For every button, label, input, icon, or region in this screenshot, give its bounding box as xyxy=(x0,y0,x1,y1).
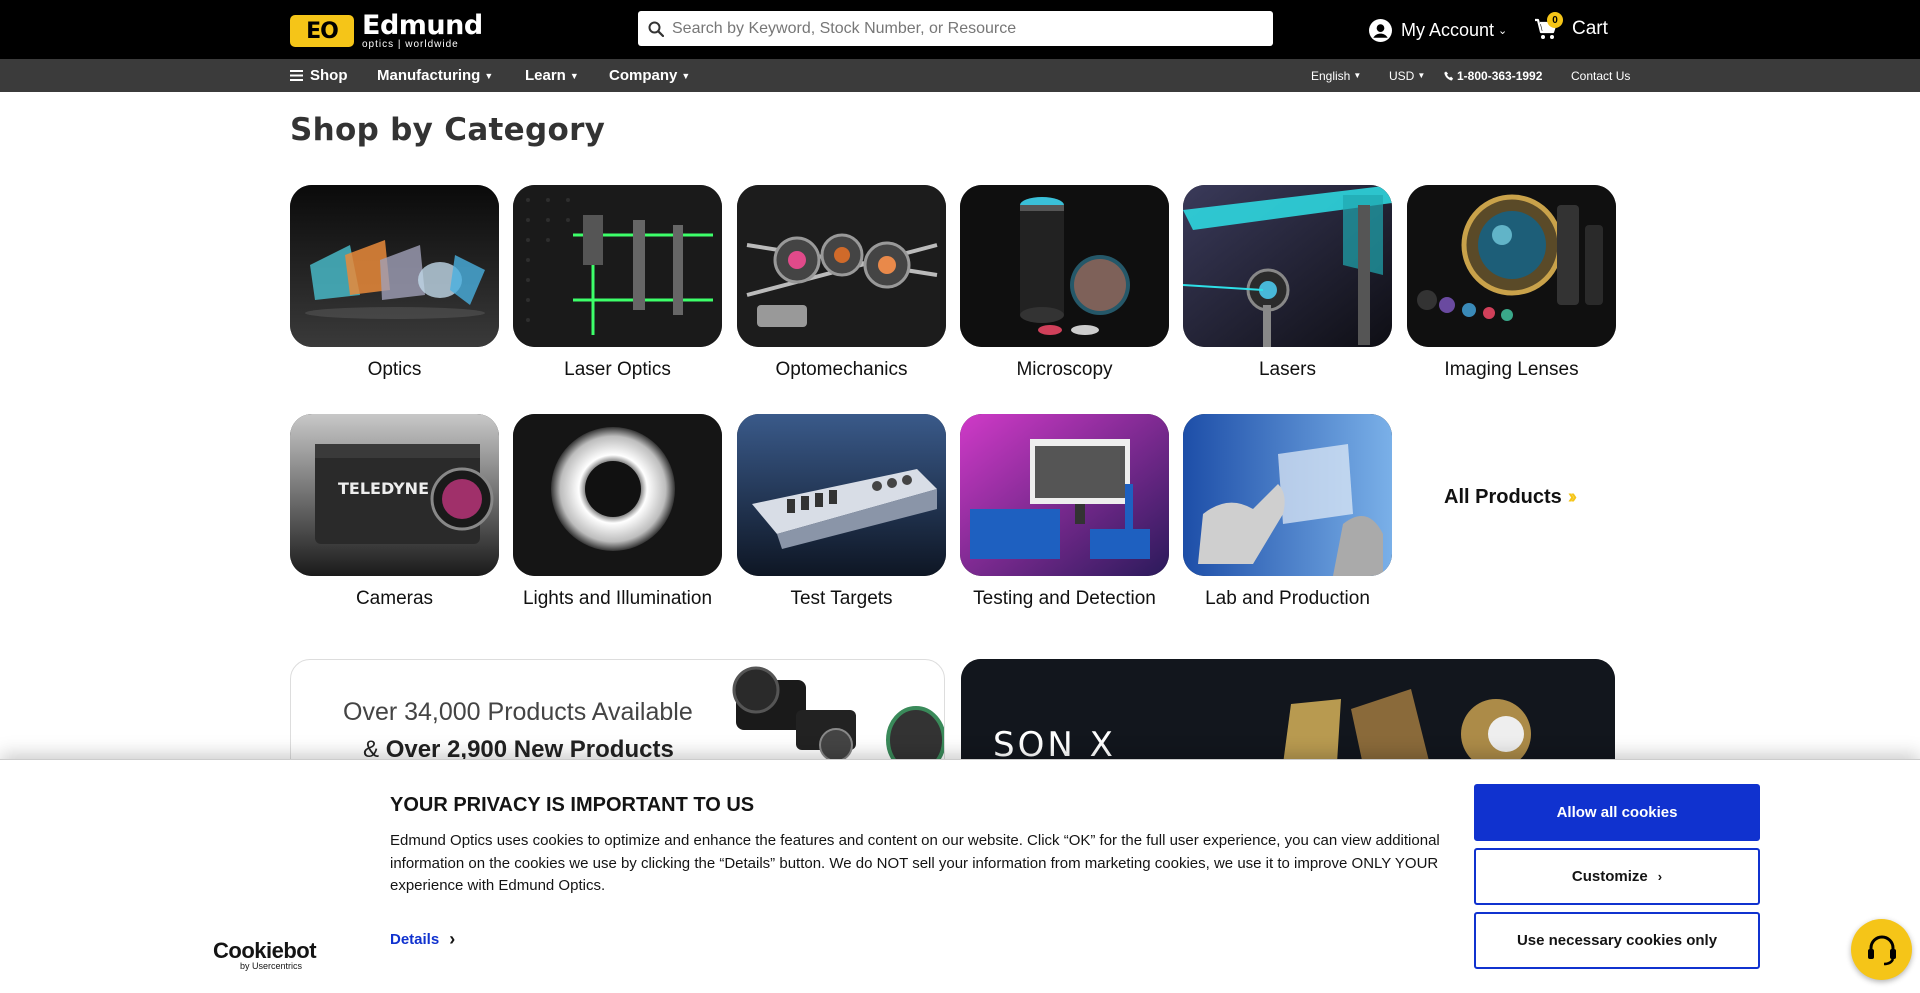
nav-company-label: Company xyxy=(609,67,678,84)
currency-select[interactable]: USD ▼ xyxy=(1389,59,1425,92)
nav-manufacturing[interactable]: Manufacturing ▼ xyxy=(377,59,493,92)
site-logo[interactable]: EO Edmund optics | worldwide xyxy=(290,12,483,50)
logo-mark: EO xyxy=(290,15,354,47)
category-image xyxy=(290,185,499,347)
category-image xyxy=(960,414,1169,576)
category-label: Test Targets xyxy=(790,588,893,609)
all-products-label: All Products xyxy=(1444,486,1562,508)
my-account-label: My Account xyxy=(1401,20,1495,40)
all-products-link[interactable]: All Products ›› xyxy=(1444,486,1578,509)
chevron-right-icon: › xyxy=(449,929,456,949)
category-image xyxy=(1183,185,1392,347)
category-lab-production[interactable]: Lab and Production xyxy=(1183,414,1392,610)
category-label: Cameras xyxy=(355,588,434,609)
category-label: Microscopy xyxy=(1016,359,1113,380)
search-icon xyxy=(648,21,664,37)
chevron-down-icon: ▼ xyxy=(484,70,494,81)
customize-cookies-button[interactable]: Customize › xyxy=(1474,848,1760,905)
svg-text:TELEDYNE: TELEDYNE xyxy=(338,479,429,498)
cookie-text: Edmund Optics uses cookies to optimize a… xyxy=(390,832,1440,894)
category-label: Testing and Detection xyxy=(973,588,1156,609)
nav-shop[interactable]: Shop xyxy=(290,59,348,92)
page-title: Shop by Category xyxy=(290,112,606,148)
nav-shop-label: Shop xyxy=(310,67,348,84)
cookie-details-label: Details xyxy=(390,931,440,948)
cookiebot-name: Cookiebot xyxy=(213,938,317,963)
currency-label: USD xyxy=(1389,68,1415,83)
nav-learn[interactable]: Learn ▼ xyxy=(525,59,579,92)
my-account-menu[interactable]: My Account ⌄ xyxy=(1369,19,1507,42)
category-label: Lab and Production xyxy=(1205,588,1370,609)
nav-manufacturing-label: Manufacturing xyxy=(377,67,481,84)
category-microscopy[interactable]: Microscopy xyxy=(960,185,1169,381)
category-testing-detection[interactable]: Testing and Detection xyxy=(960,414,1169,610)
chat-headset-icon xyxy=(1867,935,1896,965)
category-image: TELEDYNE xyxy=(290,414,499,576)
category-label: Lights and Illumination xyxy=(522,588,713,609)
category-image xyxy=(513,185,722,347)
cart-button[interactable]: 0 Cart xyxy=(1534,12,1608,41)
category-image xyxy=(513,414,722,576)
chevron-down-icon: ▼ xyxy=(1353,71,1362,80)
category-lights-illumination[interactable]: Lights and Illumination xyxy=(513,414,722,610)
category-imaging-lenses[interactable]: Imaging Lenses xyxy=(1407,185,1616,381)
contact-us-label: Contact Us xyxy=(1571,68,1631,83)
category-optics[interactable]: Optics xyxy=(290,185,499,381)
language-select[interactable]: English ▼ xyxy=(1311,59,1361,92)
cookiebot-logo: Cookiebot by Usercentrics xyxy=(213,938,317,971)
category-optomechanics[interactable]: Optomechanics xyxy=(737,185,946,381)
double-chevron-right-icon: ›› xyxy=(1567,486,1578,508)
hamburger-icon xyxy=(290,70,303,81)
chat-widget-button[interactable] xyxy=(1851,919,1912,980)
category-lasers[interactable]: Lasers xyxy=(1183,185,1392,381)
cookie-details-link[interactable]: Details › xyxy=(390,929,455,950)
category-cameras[interactable]: TELEDYNE Cameras xyxy=(290,414,499,610)
chevron-right-icon: › xyxy=(1657,869,1663,884)
category-image xyxy=(737,185,946,347)
chevron-down-icon: ▼ xyxy=(569,70,579,81)
search-bar[interactable] xyxy=(638,11,1273,46)
contact-us-link[interactable]: Contact Us xyxy=(1571,59,1630,92)
category-image xyxy=(737,414,946,576)
logo-subtitle: optics | worldwide xyxy=(362,39,459,50)
category-label: Optomechanics xyxy=(775,359,908,380)
search-input[interactable] xyxy=(672,19,1252,38)
category-test-targets[interactable]: Test Targets xyxy=(737,414,946,610)
phone-link[interactable]: 1-800-363-1992 xyxy=(1444,59,1542,92)
nav-learn-label: Learn xyxy=(525,67,566,84)
category-image xyxy=(960,185,1169,347)
cart-label: Cart xyxy=(1572,18,1608,39)
logo-name: Edmund xyxy=(362,10,483,41)
chevron-down-icon: ▼ xyxy=(1417,71,1426,80)
language-label: English xyxy=(1311,68,1351,83)
category-label: Laser Optics xyxy=(564,359,671,380)
cart-count-badge: 0 xyxy=(1547,12,1563,28)
cookiebot-subtitle: by Usercentrics xyxy=(240,961,303,971)
phone-number: 1-800-363-1992 xyxy=(1457,68,1543,83)
category-image xyxy=(1183,414,1392,576)
phone-icon xyxy=(1444,71,1454,80)
main-nav: Shop Manufacturing ▼ Learn ▼ Company ▼ Engl… xyxy=(0,59,1920,92)
category-label: Optics xyxy=(367,359,422,380)
top-header: EO Edmund optics | worldwide My Account … xyxy=(0,0,1920,59)
cookie-consent-banner: YOUR PRIVACY IS IMPORTANT TO US Edmund O… xyxy=(0,759,1920,993)
cart-icon-wrap: 0 xyxy=(1534,12,1563,41)
nav-company[interactable]: Company ▼ xyxy=(609,59,690,92)
category-label: Lasers xyxy=(1258,359,1317,380)
chevron-down-icon: ⌄ xyxy=(1498,25,1508,37)
banner-line-1: Over 34,000 Products Available xyxy=(343,698,693,726)
customize-label: Customize xyxy=(1571,868,1648,885)
allow-all-cookies-button[interactable]: Allow all cookies xyxy=(1474,784,1760,841)
necessary-cookies-button[interactable]: Use necessary cookies only xyxy=(1474,912,1760,969)
category-laser-optics[interactable]: Laser Optics xyxy=(513,185,722,381)
chevron-down-icon: ▼ xyxy=(681,70,691,81)
category-label: Imaging Lenses xyxy=(1444,359,1579,380)
category-image xyxy=(1407,185,1616,347)
logo-wordmark: Edmund optics | worldwide xyxy=(362,12,483,50)
cookie-title: YOUR PRIVACY IS IMPORTANT TO US xyxy=(390,794,755,816)
user-icon xyxy=(1369,19,1392,42)
